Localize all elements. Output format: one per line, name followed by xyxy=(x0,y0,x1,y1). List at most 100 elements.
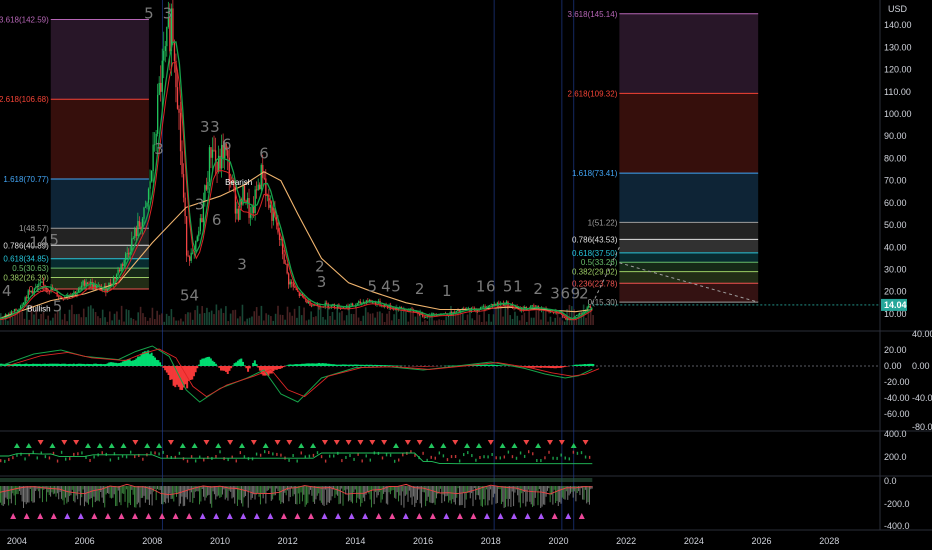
oscillator-bar xyxy=(342,486,344,506)
volume-bar xyxy=(480,321,483,325)
candle-body xyxy=(83,280,86,286)
pivot-marker xyxy=(538,513,545,519)
oscillator-bar xyxy=(510,486,512,507)
oscillator-bar xyxy=(150,486,152,495)
signal-dot xyxy=(20,452,22,456)
volume-bar xyxy=(383,321,386,325)
oscillator-bar xyxy=(268,486,270,491)
candle-body xyxy=(199,218,201,232)
oscillator-bar xyxy=(463,486,465,493)
volume-bar xyxy=(516,315,519,325)
oscillator-bar xyxy=(454,486,456,505)
oscillator-bar xyxy=(94,486,96,503)
oscillator-bar xyxy=(135,486,137,508)
candle-body xyxy=(26,297,28,299)
oscillator-bar xyxy=(542,486,544,505)
wave-count-label: 6 xyxy=(259,144,269,162)
oscillator-bar xyxy=(380,486,382,503)
volume-bar xyxy=(471,318,474,325)
oscillator-bar xyxy=(396,486,398,493)
oscillator-bar xyxy=(166,486,168,499)
volume-bar xyxy=(94,312,97,325)
oscillator-bar xyxy=(36,486,38,490)
oscillator-bar xyxy=(51,486,53,493)
signal-dot xyxy=(467,451,469,455)
candle-body xyxy=(565,317,567,320)
oscillator-bar xyxy=(240,486,242,504)
oscillator-bar xyxy=(320,486,322,503)
macd-histogram-bar xyxy=(243,365,246,366)
volume-bar xyxy=(341,311,343,325)
wave-count-label: 5 xyxy=(368,278,378,296)
oscillator-bar xyxy=(502,486,504,502)
candle-body xyxy=(184,197,186,217)
volume-bar xyxy=(381,313,384,325)
oscillator-bar xyxy=(185,486,187,498)
fib-zone xyxy=(619,271,759,284)
sell-signal-marker xyxy=(37,440,44,445)
volume-bar xyxy=(530,317,533,325)
candle-body xyxy=(182,174,185,198)
signal-dot xyxy=(320,455,323,459)
volume-bar xyxy=(142,313,144,325)
candle-body xyxy=(53,290,55,291)
macd-histogram-bar xyxy=(255,364,258,366)
last-price-value: 14.04 xyxy=(884,300,907,310)
wave-count-label: 1 xyxy=(513,278,523,296)
oscillator-bar xyxy=(83,486,85,507)
volume-bar xyxy=(21,311,23,325)
oscillator-bar xyxy=(477,486,479,496)
signal-dot xyxy=(523,454,526,458)
volume-bar xyxy=(104,317,106,325)
time-axis[interactable]: 2004 2006 2008 2010 2012 2014 2016 2018 2020 2022… xyxy=(7,536,839,546)
oscillator-bar xyxy=(464,486,466,508)
oscillator-bar xyxy=(553,486,555,490)
oscillator-bar xyxy=(483,486,485,500)
volume-bar xyxy=(236,318,239,325)
volume-bar xyxy=(286,306,289,325)
candle-body xyxy=(23,302,25,305)
volume-bar xyxy=(353,314,355,325)
buy-signal-marker xyxy=(144,443,151,448)
signal-dot xyxy=(540,459,542,463)
oscillator-bar xyxy=(384,486,386,492)
volume-bar xyxy=(206,307,208,325)
wave-count-label: 5 xyxy=(144,5,154,23)
candle-body xyxy=(262,164,264,178)
volume-bar xyxy=(570,306,573,325)
candle-body xyxy=(138,221,141,227)
volume-bar xyxy=(343,320,346,325)
oscillator-bar xyxy=(119,486,121,503)
fib-level-label: 1(51.22) xyxy=(588,218,618,227)
signal-dot xyxy=(186,459,189,463)
oscillator-bar xyxy=(387,486,389,505)
oscillator-bar xyxy=(242,486,244,507)
volume-bar xyxy=(421,321,424,325)
volume-bar xyxy=(445,316,448,325)
volume-bar xyxy=(329,315,331,325)
signal-dot xyxy=(296,459,298,463)
sell-signal-marker xyxy=(487,440,494,445)
signal-dot xyxy=(345,455,347,459)
chart-stage[interactable]: 3.618(142.59) 2.618(106.68) 1.618(70.77) 1(… xyxy=(0,0,932,550)
oscillator-bar xyxy=(0,486,1,503)
price-tick-label: 80.00 xyxy=(884,153,907,163)
oscillator-bar xyxy=(60,486,62,499)
time-tick-label: 2008 xyxy=(142,536,162,546)
candle-body xyxy=(283,254,285,264)
candle-body xyxy=(143,207,145,219)
oscillator-bar xyxy=(307,486,309,504)
macd-tick-label-right: -80.00 xyxy=(912,422,932,432)
oscillator-bar xyxy=(24,486,26,503)
fib-zone xyxy=(619,262,759,272)
volume-bar xyxy=(37,318,40,325)
sell-signal-marker xyxy=(582,440,589,445)
oscillator-bar xyxy=(453,486,455,503)
oscillator-bar xyxy=(369,486,371,500)
candle-body xyxy=(38,283,40,287)
oscillator-bar xyxy=(322,486,324,505)
volume-bar xyxy=(414,316,417,325)
oscillator-bar xyxy=(142,486,144,498)
pivot-marker xyxy=(23,513,30,519)
oscillator-bar xyxy=(219,486,221,498)
